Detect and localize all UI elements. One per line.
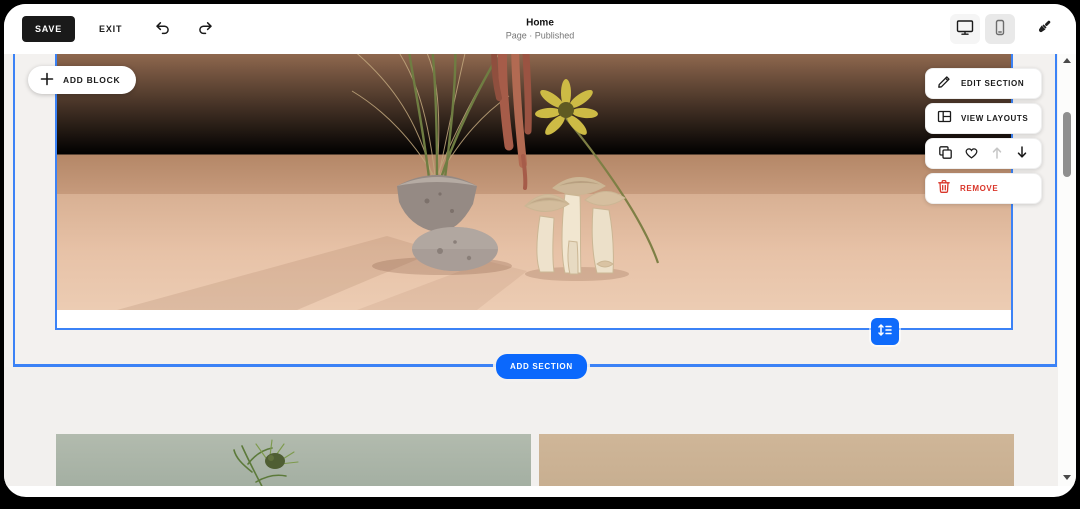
section-options-menu: EDIT SECTION VIEW LAYOUTS [925,68,1042,204]
scroll-down-arrow[interactable] [1063,475,1071,480]
view-layouts-icon [937,109,952,129]
move-section-down-button[interactable] [1015,145,1029,163]
edit-section-label: EDIT SECTION [961,79,1024,88]
pencil-icon [937,74,952,94]
edit-section-button[interactable]: EDIT SECTION [925,68,1042,99]
hero-section[interactable] [55,54,1013,330]
desktop-icon [956,19,974,39]
gallery-image-right[interactable] [539,434,1014,486]
remove-section-button[interactable]: REMOVE [925,173,1042,204]
undo-button[interactable] [150,16,175,42]
mobile-preview-button[interactable] [985,14,1015,44]
duplicate-section-button[interactable] [938,145,953,163]
section-actions-row [925,138,1042,169]
move-section-up-button[interactable] [990,145,1004,163]
desktop-preview-button[interactable] [950,14,980,44]
editor-toolbar: SAVE EXIT Home [4,4,1076,54]
editor-window: SAVE EXIT Home [4,4,1076,497]
favorite-section-button[interactable] [964,145,979,163]
add-block-button[interactable]: ADD BLOCK [28,66,136,94]
add-block-label: ADD BLOCK [63,75,120,85]
view-layouts-button[interactable]: VIEW LAYOUTS [925,103,1042,134]
remove-section-label: REMOVE [960,184,998,193]
arrow-up-icon [990,145,1004,163]
hero-image [57,54,1011,328]
page-breadcrumb: Home Page · Published [506,18,575,41]
heart-icon [964,145,979,163]
exit-button[interactable]: EXIT [99,24,122,34]
section-spacing-icon [876,322,894,341]
site-styles-button[interactable] [1029,13,1058,45]
add-section-button[interactable]: ADD SECTION [496,354,587,379]
scrollbar-thumb[interactable] [1063,112,1071,177]
scroll-up-arrow[interactable] [1063,58,1071,63]
mobile-icon [992,19,1008,39]
vertical-scrollbar[interactable] [1058,54,1076,486]
arrow-down-icon [1015,145,1029,163]
view-layouts-label: VIEW LAYOUTS [961,114,1028,123]
plus-icon [40,72,54,88]
trash-icon [937,179,951,199]
redo-icon [197,20,214,38]
duplicate-icon [938,145,953,163]
page-canvas: ADD BLOCK EDIT SECTION [4,54,1076,486]
undo-icon [154,20,171,38]
paintbrush-icon [1033,17,1054,41]
gallery-image-left[interactable] [56,434,531,486]
redo-button[interactable] [193,16,218,42]
save-button[interactable]: SAVE [22,16,75,42]
page-status: Page · Published [506,31,575,41]
section-spacing-handle[interactable] [871,318,899,345]
page-title: Home [506,18,575,29]
